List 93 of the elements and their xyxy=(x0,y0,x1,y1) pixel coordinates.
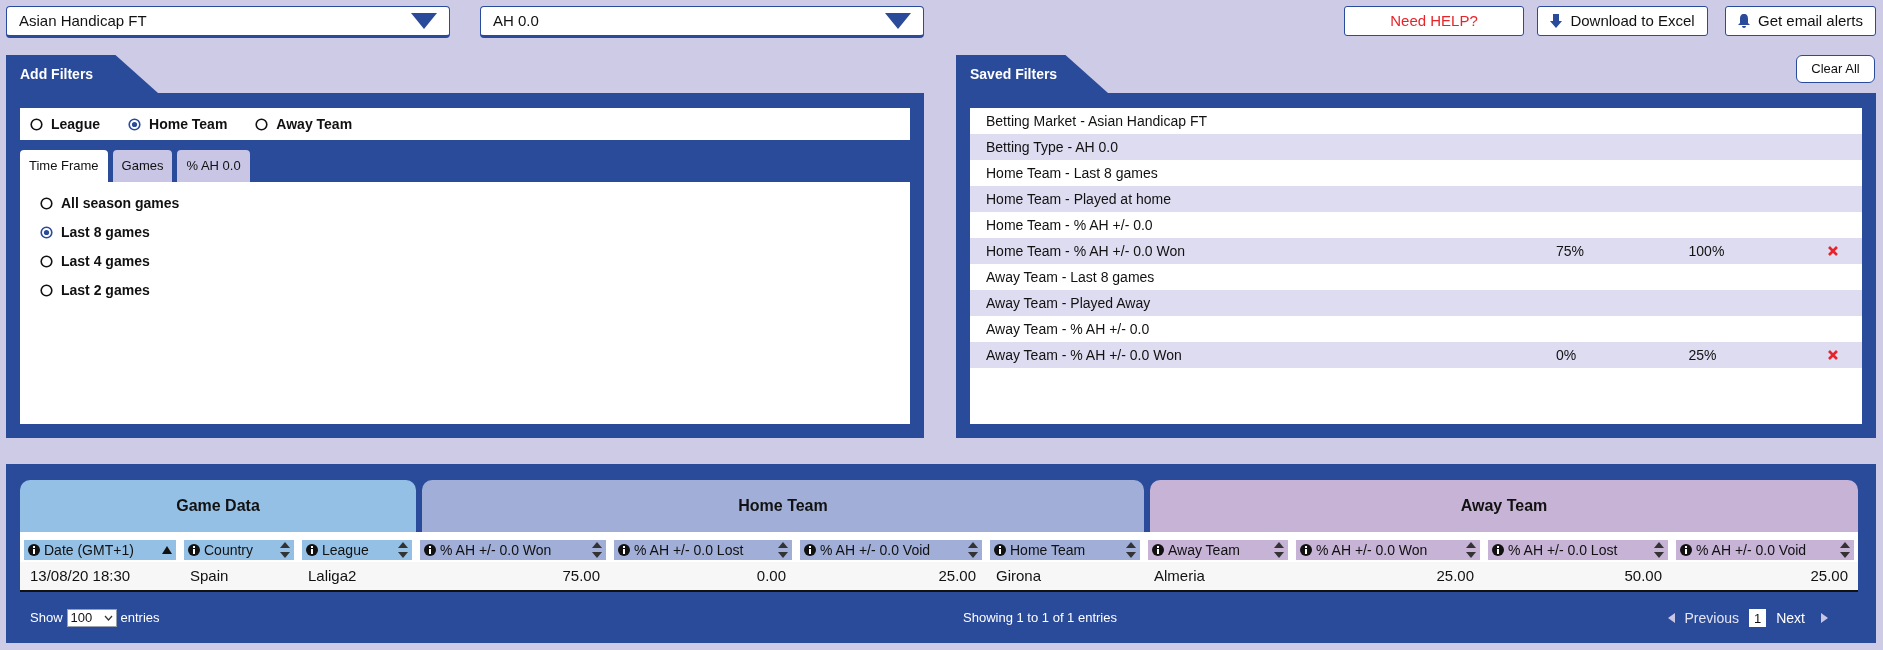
entries-label: entries xyxy=(120,609,160,628)
time-frame-radio[interactable]: All season games xyxy=(40,192,910,215)
time-frame-radio[interactable]: Last 2 games xyxy=(40,279,910,302)
column-title: % AH +/- 0.0 Lost xyxy=(634,540,745,560)
filter-tab[interactable]: % AH 0.0 xyxy=(177,150,250,182)
column-header[interactable]: Country xyxy=(184,540,294,560)
help-button[interactable]: Need HELP? xyxy=(1344,6,1524,36)
download-button[interactable]: Download to Excel xyxy=(1537,6,1708,36)
column-header[interactable]: Date (GMT+1) xyxy=(24,540,176,560)
caret-icon xyxy=(885,13,911,29)
filter-tab[interactable]: Time Frame xyxy=(20,150,108,182)
max-value: 25% xyxy=(1688,345,1718,365)
max-value: 100% xyxy=(1688,241,1726,261)
bell-icon xyxy=(1737,14,1750,28)
column-title: Away Team xyxy=(1168,540,1241,560)
show-label: Show xyxy=(30,609,63,628)
table-info: Showing 1 to 1 of 1 entries xyxy=(962,609,1118,628)
filter-label: Home Team - Played at home xyxy=(986,189,1172,209)
filter-label: Betting Market - Asian Handicap FT xyxy=(986,111,1208,131)
scope-radio[interactable]: League xyxy=(30,113,100,135)
time-frame-radio[interactable]: Last 4 games xyxy=(40,250,910,273)
column-title: Home Team xyxy=(1010,540,1087,560)
table-cell: 0.00 xyxy=(610,562,796,592)
entries-select[interactable]: 100 xyxy=(66,609,117,627)
table-cell: 25.00 xyxy=(1292,562,1484,592)
info-icon xyxy=(618,544,630,556)
column-title: League xyxy=(322,540,370,560)
table-cell: Spain xyxy=(180,562,298,592)
column-header[interactable]: % AH +/- 0.0 Void xyxy=(800,540,982,560)
column-header[interactable]: League xyxy=(302,540,412,560)
column-header[interactable]: % AH +/- 0.0 Won xyxy=(420,540,606,560)
filter-label: Betting Type - AH 0.0 xyxy=(986,137,1120,157)
info-icon xyxy=(188,544,200,556)
alerts-button[interactable]: Get email alerts xyxy=(1725,6,1876,36)
caret-icon xyxy=(411,13,437,29)
group-header: Game Data xyxy=(20,480,416,532)
next-link[interactable]: Next xyxy=(1772,607,1809,629)
column-header[interactable]: % AH +/- 0.0 Lost xyxy=(614,540,792,560)
column-header[interactable]: % AH +/- 0.0 Lost xyxy=(1488,540,1668,560)
table-cell: Laliga2 xyxy=(298,562,416,592)
table-cell: Almeria xyxy=(1144,562,1292,592)
group-header: Away Team xyxy=(1150,480,1858,532)
table-cell: 25.00 xyxy=(1672,562,1858,592)
column-header[interactable]: % AH +/- 0.0 Void xyxy=(1676,540,1854,560)
next-arrow-icon xyxy=(1821,613,1828,623)
time-frame-radio[interactable]: Last 8 games xyxy=(40,221,910,244)
column-title: % AH +/- 0.0 Void xyxy=(820,540,932,560)
info-icon xyxy=(994,544,1006,556)
table-cell: Girona xyxy=(986,562,1144,592)
column-title: % AH +/- 0.0 Won xyxy=(1316,540,1429,560)
min-value: 0% xyxy=(1556,345,1578,365)
filter-label: Home Team - Last 8 games xyxy=(986,163,1159,183)
filter-label: Away Team - % AH +/- 0.0 Won xyxy=(986,345,1183,365)
group-header: Home Team xyxy=(422,480,1144,532)
min-value: 75% xyxy=(1556,241,1586,261)
column-title: % AH +/- 0.0 Void xyxy=(1696,540,1808,560)
table-cell: 50.00 xyxy=(1484,562,1672,592)
clear-all-button[interactable]: Clear All xyxy=(1796,55,1875,83)
remove-icon[interactable] xyxy=(1828,246,1838,256)
previous-link[interactable]: Previous xyxy=(1680,607,1743,629)
filter-label: Away Team - Last 8 games xyxy=(986,267,1156,287)
column-header[interactable]: Away Team xyxy=(1148,540,1288,560)
column-title: Date (GMT+1) xyxy=(44,540,135,560)
info-icon xyxy=(28,544,40,556)
dropdown[interactable]: AH 0.0 xyxy=(480,6,924,38)
filter-label: Home Team - % AH +/- 0.0 xyxy=(986,215,1154,235)
info-icon xyxy=(1300,544,1312,556)
column-header[interactable]: Home Team xyxy=(990,540,1140,560)
column-title: % AH +/- 0.0 Won xyxy=(440,540,553,560)
column-title: % AH +/- 0.0 Lost xyxy=(1508,540,1619,560)
column-header[interactable]: % AH +/- 0.0 Won xyxy=(1296,540,1480,560)
previous-arrow-icon xyxy=(1667,613,1675,623)
dropdown[interactable]: Asian Handicap FT xyxy=(6,6,450,38)
scope-radio[interactable]: Away Team xyxy=(255,113,353,135)
info-icon xyxy=(1492,544,1504,556)
table-cell: 25.00 xyxy=(796,562,986,592)
info-icon xyxy=(306,544,318,556)
column-title: Country xyxy=(204,540,255,560)
scope-radio[interactable]: Home Team xyxy=(128,113,228,135)
page-button[interactable]: 1 xyxy=(1748,609,1767,627)
filter-tab[interactable]: Games xyxy=(112,150,173,182)
filter-label: Away Team - % AH +/- 0.0 xyxy=(986,319,1151,339)
info-icon xyxy=(1152,544,1164,556)
filter-label: Away Team - Played Away xyxy=(986,293,1152,313)
download-arrow-icon xyxy=(1550,14,1563,28)
filter-label: Home Team - % AH +/- 0.0 Won xyxy=(986,241,1187,261)
table-cell: 13/08/20 18:30 xyxy=(20,562,180,592)
info-icon xyxy=(1680,544,1692,556)
info-icon xyxy=(424,544,436,556)
table-cell: 75.00 xyxy=(416,562,610,592)
info-icon xyxy=(804,544,816,556)
chevron-down-icon xyxy=(103,615,113,621)
remove-icon[interactable] xyxy=(1828,350,1838,360)
